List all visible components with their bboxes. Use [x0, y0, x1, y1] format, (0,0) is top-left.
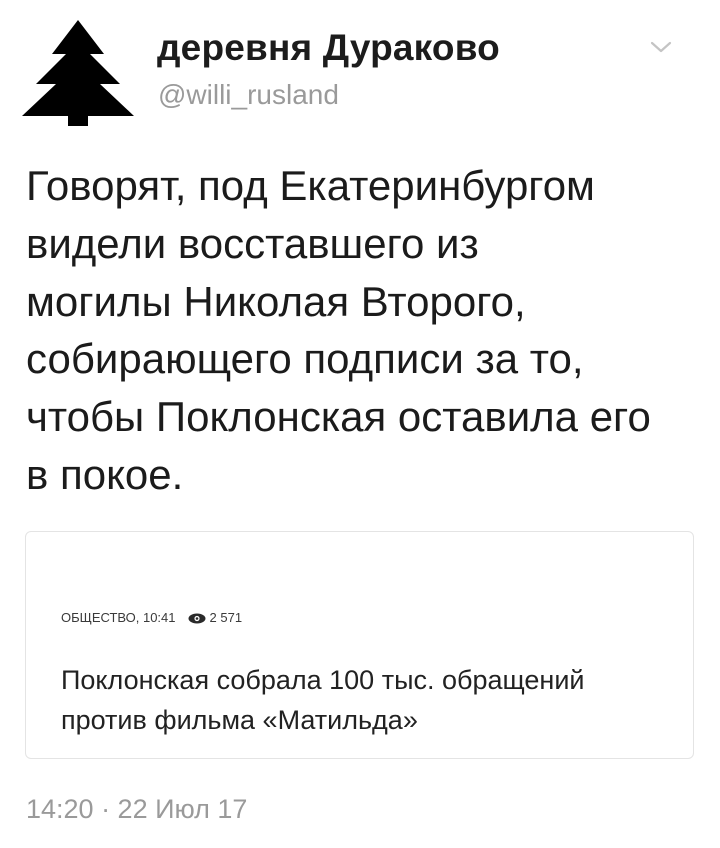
chevron-down-icon: [650, 41, 672, 53]
tweet-text-line: Говорят, под Екатеринбургом: [26, 162, 595, 209]
tweet-timestamp[interactable]: 14:20 · 22 Июл 17: [26, 794, 247, 825]
card-headline-line: против фильма «Матильда»: [61, 705, 418, 735]
card-meta: ОБЩЕСТВО, 10:41 2 571: [61, 610, 242, 625]
eye-icon: [188, 612, 206, 624]
author-handle[interactable]: @willi_rusland: [158, 79, 339, 111]
card-headline-line: Поклонская собрала 100 тыс. обращений: [61, 665, 585, 695]
card-views-count: 2 571: [209, 610, 243, 625]
author-display-name[interactable]: деревня Дураково: [157, 27, 500, 69]
card-headline[interactable]: Поклонская собрала 100 тыс. обращений пр…: [61, 660, 681, 740]
tweet-text-line: собирающего подписи за то,: [26, 335, 584, 383]
tweet-text-line: в покое.: [26, 450, 184, 498]
link-preview-card[interactable]: ОБЩЕСТВО, 10:41 2 571 Поклонская собрала…: [25, 531, 694, 759]
tweet-text: Говорят, под Екатеринбургом видели восст…: [26, 157, 706, 504]
card-category: ОБЩЕСТВО, 10:41: [61, 610, 176, 625]
tweet-text-line: могилы Николая Второго,: [26, 277, 526, 325]
avatar[interactable]: [22, 20, 134, 126]
fir-tree-icon: [22, 20, 134, 126]
tweet-menu-button[interactable]: [648, 38, 674, 56]
tweet-text-line: видели восставшего из: [26, 219, 479, 267]
tweet-text-line: чтобы Поклонская оставила его: [26, 393, 651, 441]
